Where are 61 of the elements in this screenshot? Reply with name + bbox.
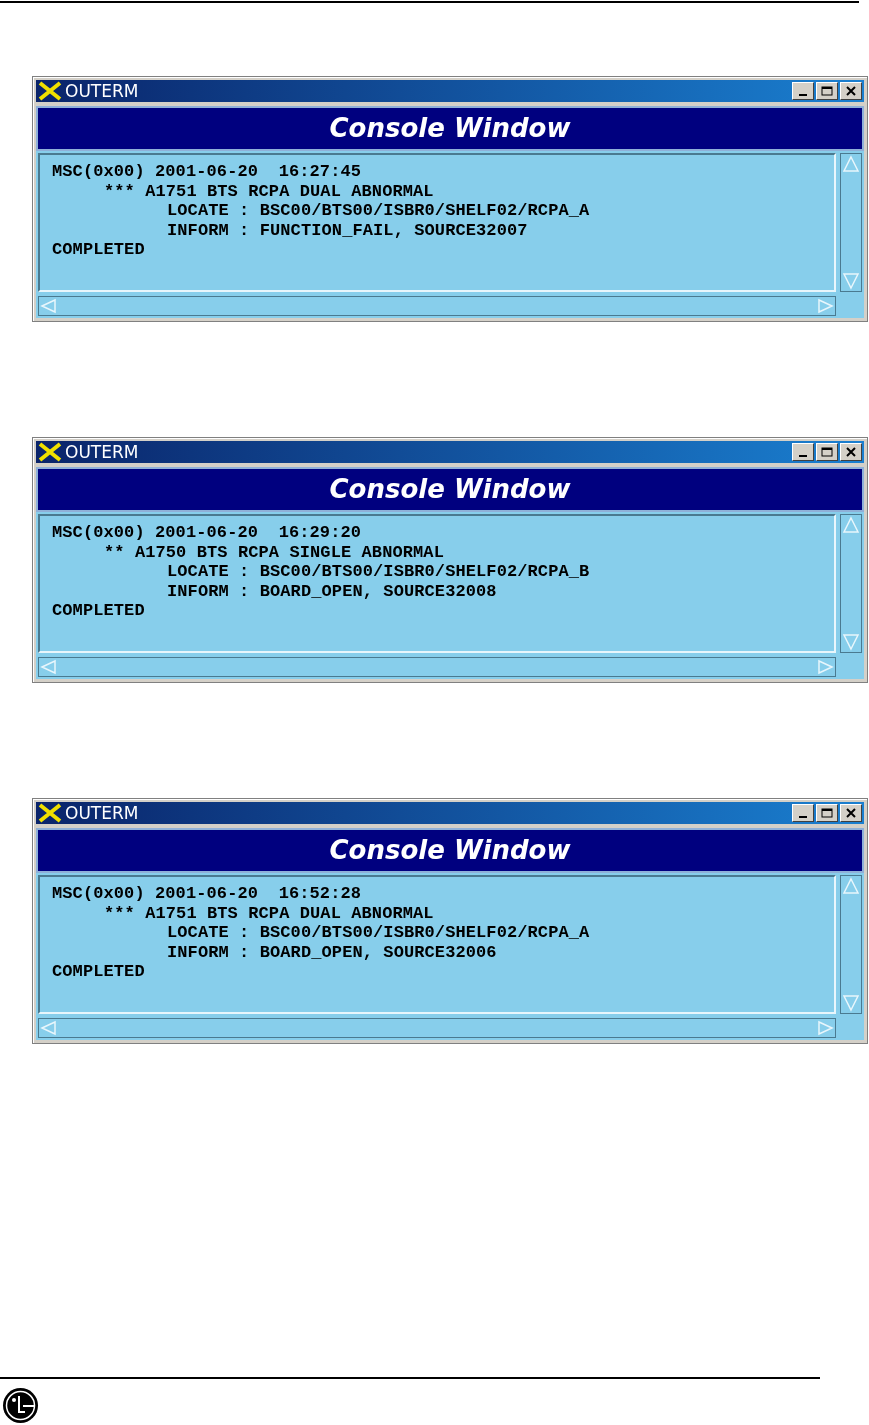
scroll-right-icon[interactable] <box>817 659 835 675</box>
x-logo-icon <box>38 803 62 823</box>
minimize-button[interactable] <box>792 804 814 822</box>
console-line: COMPLETED <box>52 962 146 982</box>
console-line: *** A1751 BTS RCPA DUAL ABNORMAL <box>103 903 435 924</box>
scroll-down-icon[interactable] <box>842 993 860 1013</box>
console-line: LOCATE : BSC00/BTS00/ISBR0/SHELF02/RCPA_B <box>166 562 591 582</box>
console-line: LOCATE : BSC00/BTS00/ISBR0/SHELF02/RCPA_A <box>166 923 591 943</box>
scroll-up-icon[interactable] <box>842 154 860 174</box>
close-icon <box>846 447 856 457</box>
banner-title: Console Window <box>329 112 571 145</box>
maximize-button[interactable] <box>816 82 838 100</box>
minimize-button[interactable] <box>792 443 814 461</box>
scroll-up-icon[interactable] <box>842 876 860 896</box>
minimize-button[interactable] <box>792 82 814 100</box>
minimize-icon <box>799 816 807 818</box>
close-button[interactable] <box>840 443 862 461</box>
vertical-scrollbar[interactable] <box>840 153 862 292</box>
scroll-left-icon[interactable] <box>39 298 57 314</box>
minimize-icon <box>799 94 807 96</box>
close-button[interactable] <box>840 82 862 100</box>
scroll-left-icon[interactable] <box>39 1020 57 1036</box>
scroll-down-icon[interactable] <box>842 271 860 291</box>
maximize-button[interactable] <box>816 443 838 461</box>
maximize-icon <box>821 808 833 818</box>
scroll-right-icon[interactable] <box>817 298 835 314</box>
window-title: OUTERM <box>65 443 139 461</box>
console-line: MSC(0x00) 2001-06-20 16:29:20 <box>52 523 363 543</box>
banner-title: Console Window <box>329 473 571 506</box>
scroll-up-icon[interactable] <box>842 515 860 535</box>
close-button[interactable] <box>840 804 862 822</box>
banner-title: Console Window <box>329 834 571 867</box>
console-line: COMPLETED <box>52 240 146 260</box>
scroll-down-icon[interactable] <box>842 632 860 652</box>
console-line: LOCATE : BSC00/BTS00/ISBR0/SHELF02/RCPA_A <box>166 201 591 221</box>
console-line: INFORM : FUNCTION_FAIL, SOURCE32007 <box>166 220 529 241</box>
x-logo-icon <box>38 442 62 462</box>
x-logo-icon <box>38 81 62 101</box>
console-line: *** A1751 BTS RCPA DUAL ABNORMAL <box>103 181 435 202</box>
vertical-scrollbar[interactable] <box>840 514 862 653</box>
window-title: OUTERM <box>65 804 139 822</box>
horizontal-scrollbar[interactable] <box>38 657 836 677</box>
vertical-scrollbar[interactable] <box>840 875 862 1014</box>
maximize-icon <box>821 86 833 96</box>
horizontal-scrollbar[interactable] <box>38 296 836 316</box>
console-line: INFORM : BOARD_OPEN, SOURCE32008 <box>166 581 498 602</box>
minimize-icon <box>799 455 807 457</box>
horizontal-scrollbar[interactable] <box>38 1018 836 1038</box>
window-title: OUTERM <box>65 82 139 100</box>
console-line: MSC(0x00) 2001-06-20 16:27:45 <box>52 162 363 182</box>
console-line: ** A1750 BTS RCPA SINGLE ABNORMAL <box>103 542 445 563</box>
close-icon <box>846 86 856 96</box>
console-line: COMPLETED <box>52 601 146 621</box>
scroll-right-icon[interactable] <box>817 1020 835 1036</box>
maximize-icon <box>821 447 833 457</box>
maximize-button[interactable] <box>816 804 838 822</box>
console-line: MSC(0x00) 2001-06-20 16:52:28 <box>52 884 363 904</box>
console-line: INFORM : BOARD_OPEN, SOURCE32006 <box>166 942 498 963</box>
logo-icon <box>2 1387 39 1424</box>
scroll-left-icon[interactable] <box>39 659 57 675</box>
close-icon <box>846 808 856 818</box>
